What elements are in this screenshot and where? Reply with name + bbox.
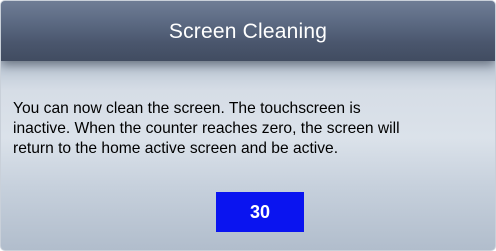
- message-line-1: You can now clean the screen. The touchs…: [13, 100, 361, 117]
- countdown-counter: 30: [216, 192, 304, 232]
- title-bar: Screen Cleaning: [1, 1, 495, 61]
- page-title: Screen Cleaning: [168, 20, 328, 43]
- screen-cleaning-panel: Screen Cleaning You can now clean the sc…: [0, 0, 496, 251]
- message-line-2: inactive. When the counter reaches zero,…: [13, 120, 400, 137]
- instruction-message: You can now clean the screen. The touchs…: [13, 99, 493, 159]
- message-line-3: return to the home active screen and be …: [13, 140, 339, 157]
